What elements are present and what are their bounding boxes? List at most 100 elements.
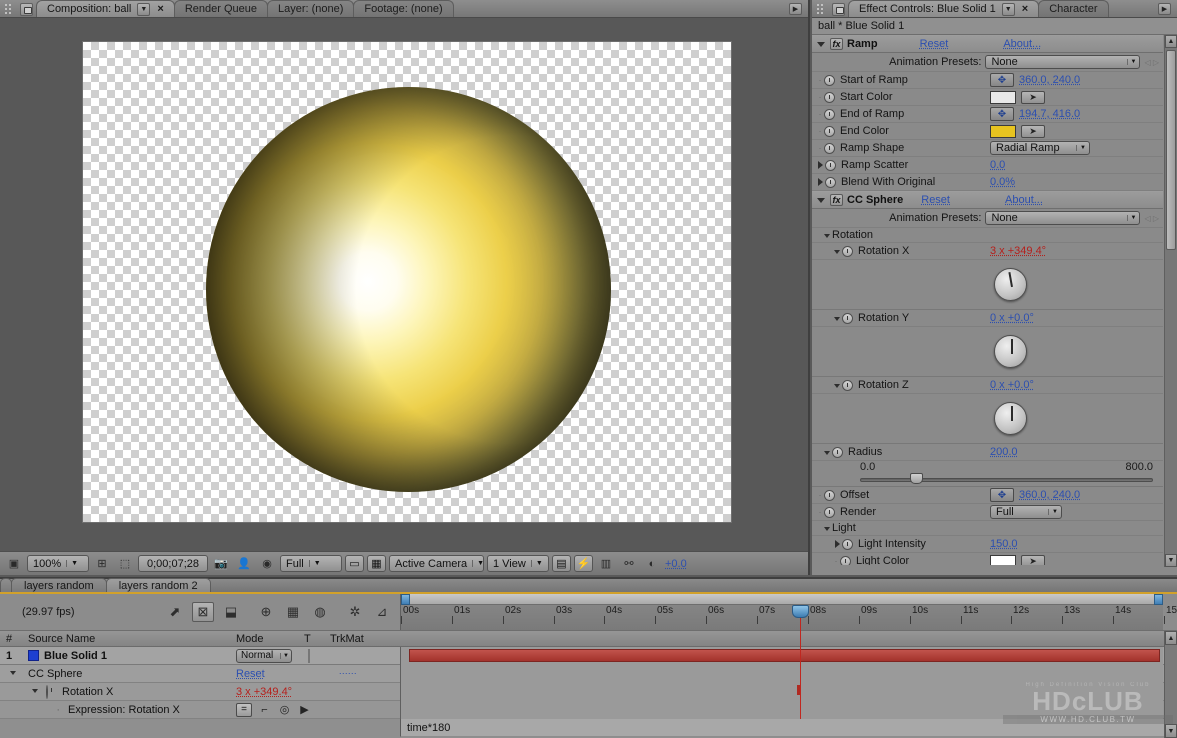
disclosure-triangle-icon[interactable] xyxy=(822,230,832,240)
stopwatch-icon[interactable] xyxy=(842,380,853,391)
position-picker-icon[interactable]: ✥ xyxy=(990,107,1014,121)
stopwatch-icon[interactable] xyxy=(824,126,835,137)
disclosure-triangle-icon[interactable] xyxy=(30,685,40,695)
fit-view-icon[interactable]: ▣ xyxy=(4,555,24,573)
expression-enable-icon[interactable]: = xyxy=(236,703,252,717)
stopwatch-icon[interactable] xyxy=(824,75,835,86)
color-swatch[interactable] xyxy=(990,555,1016,566)
stopwatch-icon[interactable] xyxy=(842,246,853,257)
stopwatch-icon[interactable] xyxy=(824,507,835,518)
about-link[interactable]: About... xyxy=(1005,194,1043,206)
auto-keyframe-icon[interactable]: ✲ xyxy=(345,602,365,622)
property-value[interactable]: 360.0, 240.0 xyxy=(1019,489,1080,501)
keyframe-dot-icon[interactable]: · xyxy=(816,109,824,119)
property-row-rotation-z[interactable]: Rotation Z 0 x +0.0° xyxy=(812,377,1163,394)
radius-slider-row[interactable]: 0.0 800.0 xyxy=(812,461,1163,487)
region-of-interest-icon[interactable]: ⊞ xyxy=(92,555,112,573)
motion-blur-icon[interactable]: ▦ xyxy=(283,602,303,622)
reset-link[interactable]: Reset xyxy=(920,38,949,50)
expression-text[interactable]: time*180 xyxy=(407,722,450,734)
region-interest-toggle-icon[interactable]: ▭ xyxy=(345,555,364,572)
time-ruler[interactable]: 00s01s02s03s04s05s06s07s08s09s10s11s12s1… xyxy=(400,594,1163,630)
close-icon[interactable]: × xyxy=(1022,3,1028,15)
camera-dropdown[interactable]: Active Camera ▼ xyxy=(389,555,484,572)
tab-character[interactable]: Character xyxy=(1038,0,1108,17)
property-value[interactable]: 360.0, 240.0 xyxy=(1019,74,1080,86)
tab-composition-ball[interactable]: Composition: ball ▼ × xyxy=(36,0,175,17)
stopwatch-icon[interactable] xyxy=(825,177,836,188)
blend-mode-dropdown[interactable]: Normal ▼ xyxy=(236,649,292,663)
exposure-value[interactable]: +0.0 xyxy=(665,558,687,570)
disclosure-triangle-icon[interactable] xyxy=(832,246,842,256)
property-value[interactable]: 0 x +0.0° xyxy=(990,379,1034,391)
views-dropdown[interactable]: 1 View ▼ xyxy=(487,555,549,572)
effect-options-icon[interactable]: ⋯⋯ xyxy=(339,668,357,679)
keyframe-dot-icon[interactable]: · xyxy=(816,490,824,500)
property-value[interactable]: 3 x +349.4° xyxy=(990,245,1046,257)
about-link[interactable]: About... xyxy=(1003,38,1041,50)
stopwatch-icon[interactable] xyxy=(832,447,843,458)
property-row-start-of-ramp[interactable]: · Start of Ramp ✥ 360.0, 240.0 xyxy=(812,72,1163,89)
preserve-transparency-toggle[interactable] xyxy=(308,649,310,663)
scroll-up-icon[interactable]: ▲ xyxy=(1165,631,1177,645)
rotation-dial[interactable] xyxy=(994,335,1027,368)
color-swatch[interactable] xyxy=(990,91,1016,104)
stopwatch-icon[interactable] xyxy=(824,109,835,120)
stopwatch-icon[interactable] xyxy=(824,92,835,103)
timeline-scrollbar[interactable]: ▲ ▼ xyxy=(1164,631,1177,738)
property-value[interactable]: 0 x +0.0° xyxy=(990,312,1034,324)
comp-canvas-transparency[interactable] xyxy=(82,41,732,523)
slider-track[interactable] xyxy=(860,478,1153,482)
property-value[interactable]: 0.0% xyxy=(990,176,1015,188)
reset-link[interactable]: Reset xyxy=(921,194,950,206)
panel-gripper-icon[interactable] xyxy=(816,3,830,16)
color-swatch[interactable] xyxy=(990,125,1016,138)
panel-menu-icon[interactable]: ▶ xyxy=(789,3,802,15)
expression-editor-field[interactable]: time*180 xyxy=(400,719,1177,737)
magnification-dropdown[interactable]: 100% ▼ xyxy=(27,555,89,572)
property-value[interactable]: 3 x +349.4° xyxy=(236,686,292,698)
tab-layers-random-2[interactable]: layers random 2 xyxy=(106,578,211,592)
disclosure-triangle-icon[interactable] xyxy=(8,667,18,677)
stopwatch-icon[interactable] xyxy=(824,490,835,501)
share-view-icon[interactable]: ▤ xyxy=(552,555,571,572)
stopwatch-icon[interactable] xyxy=(842,313,853,324)
tab-render-queue[interactable]: Render Queue xyxy=(174,0,268,17)
property-row-offset[interactable]: · Offset ✥ 360.0, 240.0 xyxy=(812,487,1163,504)
transparency-grid-icon[interactable]: ▦ xyxy=(367,555,386,572)
live-update-icon[interactable]: ⬈ xyxy=(165,602,185,622)
eyedropper-icon[interactable]: ➤ xyxy=(1021,91,1045,104)
scroll-down-icon[interactable]: ▼ xyxy=(1165,554,1177,567)
ramp-shape-dropdown[interactable]: Radial Ramp ▼ xyxy=(990,141,1090,155)
scroll-up-icon[interactable]: ▲ xyxy=(1165,35,1177,48)
group-light[interactable]: Light xyxy=(812,521,1163,536)
keyframe-dot-icon[interactable]: · xyxy=(816,92,824,102)
show-snapshot-icon[interactable]: 👤 xyxy=(234,555,254,573)
keyframe-dot-icon[interactable]: · xyxy=(816,507,824,517)
disclosure-triangle-icon[interactable] xyxy=(822,447,832,457)
property-row-light-color[interactable]: · Light Color ➤ xyxy=(812,553,1163,565)
fx-badge-icon[interactable]: fx xyxy=(830,38,843,50)
presets-nav-arrows[interactable]: ◁ ▷ xyxy=(1144,214,1159,223)
column-header-source-name[interactable]: Source Name xyxy=(28,633,236,645)
tab-layers-random[interactable]: layers random xyxy=(11,578,107,592)
disclosure-triangle-icon[interactable] xyxy=(816,195,826,205)
property-row-ramp-shape[interactable]: · Ramp Shape Radial Ramp ▼ xyxy=(812,140,1163,157)
expression-graph-icon[interactable]: ⌐ xyxy=(257,703,272,717)
presets-nav-arrows[interactable]: ◁ ▷ xyxy=(1144,58,1159,67)
disclosure-triangle-icon[interactable] xyxy=(822,523,832,533)
property-row-rotation-y[interactable]: Rotation Y 0 x +0.0° xyxy=(812,310,1163,327)
disclosure-triangle-icon[interactable] xyxy=(815,177,825,187)
disclosure-triangle-icon[interactable] xyxy=(815,160,825,170)
stopwatch-icon[interactable] xyxy=(840,556,851,566)
property-row-render[interactable]: · Render Full ▼ xyxy=(812,504,1163,521)
keyframe-dot-icon[interactable]: · xyxy=(832,556,840,565)
work-area-end-handle[interactable] xyxy=(1154,594,1163,605)
property-value[interactable]: 200.0 xyxy=(990,446,1018,458)
graph-editor-icon[interactable]: ⊿ xyxy=(372,602,392,622)
composition-viewer[interactable] xyxy=(0,18,808,551)
effect-controls-scrollbar[interactable]: ▲ ▼ xyxy=(1164,35,1177,567)
timeline-track-area[interactable] xyxy=(400,647,1163,719)
stopwatch-icon[interactable] xyxy=(842,539,853,550)
fast-preview-icon[interactable]: ⚡ xyxy=(574,555,593,572)
